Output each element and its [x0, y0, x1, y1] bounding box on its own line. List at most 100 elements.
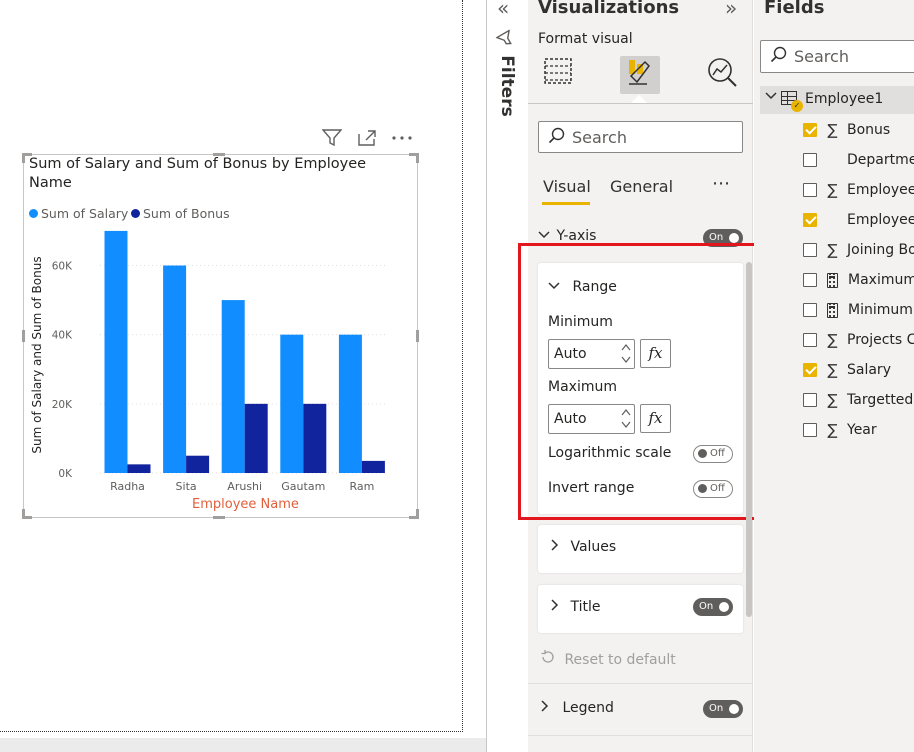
x-tick-label: Arushi	[227, 480, 262, 493]
bar-bonus-gautam[interactable]	[303, 403, 327, 473]
field-label: Maximum	[848, 272, 914, 288]
field-item[interactable]: Minimum	[803, 300, 914, 320]
bar-bonus-arushi[interactable]	[244, 403, 268, 473]
field-item[interactable]: ∑ Year	[803, 420, 914, 440]
search-icon	[548, 126, 566, 149]
scrollbar[interactable]	[746, 262, 752, 617]
chart-plot-area: 0K 20K 40K 60K Radha Sita Arushi Gautam Ram	[52, 230, 388, 493]
field-label: Projects C	[847, 332, 914, 348]
field-label: Departme	[847, 152, 914, 168]
checkmark-badge-icon: ✓	[791, 100, 803, 112]
section-label: Y-axis	[556, 228, 597, 244]
field-checkbox[interactable]	[803, 393, 817, 407]
field-checkbox[interactable]	[803, 243, 817, 257]
field-item[interactable]: ∑ Bonus	[803, 120, 914, 140]
analytics-icon[interactable]	[702, 56, 742, 94]
section-values[interactable]: Values	[550, 539, 616, 555]
field-checkbox[interactable]	[803, 423, 817, 437]
more-options-icon[interactable]: ⋯	[712, 173, 731, 194]
canvas-page-bar	[0, 738, 528, 752]
field-checkbox[interactable]	[803, 183, 817, 197]
search-icon	[770, 45, 788, 68]
section-y-axis[interactable]: Y-axis	[538, 228, 596, 244]
bar-bonus-radha[interactable]	[127, 464, 151, 473]
divider	[528, 683, 753, 684]
field-item[interactable]: ∑ Joining Bo	[803, 240, 914, 260]
format-visual-label: Format visual	[538, 31, 633, 47]
bar-salary-sita[interactable]	[163, 265, 187, 474]
field-item[interactable]: Maximum	[803, 270, 914, 290]
field-item[interactable]: ∑ Salary	[803, 360, 914, 380]
x-tick-label: Ram	[349, 480, 374, 493]
divider	[528, 735, 753, 736]
bar-salary-radha[interactable]	[104, 230, 128, 473]
sigma-icon: ∑	[827, 361, 838, 379]
fields-search-input[interactable]: Search	[760, 40, 914, 73]
field-label: Minimum	[848, 302, 913, 318]
sigma-icon: ∑	[827, 241, 838, 259]
field-label: Targetted	[847, 392, 914, 408]
build-visual-icon[interactable]	[538, 56, 578, 94]
field-item[interactable]: ∑ Employee	[803, 180, 914, 200]
bar-salary-arushi[interactable]	[221, 300, 245, 473]
field-item[interactable]: Departme	[803, 150, 914, 170]
y-tick-label: 20K	[52, 399, 73, 411]
bar-bonus-sita[interactable]	[186, 455, 210, 473]
format-search-input[interactable]: Search	[538, 121, 743, 153]
tab-general[interactable]: General	[610, 177, 673, 196]
legend-toggle[interactable]: On	[703, 700, 743, 718]
field-item[interactable]: ∑ Projects C	[803, 330, 914, 350]
field-item[interactable]: Employee	[803, 210, 914, 230]
field-label: Employee	[847, 182, 914, 198]
field-checkbox[interactable]	[803, 213, 817, 227]
title-toggle[interactable]: On	[693, 598, 733, 616]
calculator-icon	[827, 302, 838, 318]
focus-mode-icon[interactable]	[356, 129, 378, 149]
sigma-icon: ∑	[827, 391, 838, 409]
fields-title: Fields	[764, 0, 825, 18]
section-legend[interactable]: Legend	[540, 700, 614, 716]
x-tick-label: Radha	[110, 480, 145, 493]
canvas-border	[462, 0, 463, 732]
field-label: Joining Bo	[847, 242, 914, 258]
field-checkbox[interactable]	[803, 333, 817, 347]
y-tick-label: 60K	[52, 261, 73, 273]
field-checkbox[interactable]	[803, 363, 817, 377]
x-tick-label: Sita	[176, 480, 197, 493]
filter-icon[interactable]	[321, 129, 343, 149]
chevron-right-icon	[550, 539, 564, 555]
chevron-right-icon	[550, 599, 564, 615]
field-checkbox[interactable]	[803, 303, 817, 317]
y-tick-label: 40K	[52, 330, 73, 342]
expand-pane-icon[interactable]: »	[725, 0, 737, 20]
reset-icon	[540, 650, 560, 668]
field-checkbox[interactable]	[803, 273, 817, 287]
format-visual-icon[interactable]	[620, 56, 660, 94]
reset-to-default-button[interactable]: Reset to default	[540, 650, 676, 668]
section-title[interactable]: Title	[550, 599, 600, 615]
x-tick-label: Gautam	[281, 480, 325, 493]
field-item[interactable]: ∑ Targetted	[803, 390, 914, 410]
bar-salary-gautam[interactable]	[280, 334, 304, 473]
section-label: Title	[570, 599, 601, 615]
tab-visual[interactable]: Visual	[543, 177, 591, 196]
field-label: Year	[847, 422, 877, 438]
chevron-down-icon	[538, 229, 552, 244]
sigma-icon: ∑	[827, 331, 838, 349]
search-placeholder: Search	[572, 127, 627, 147]
chevron-down-icon[interactable]	[765, 90, 777, 104]
section-label: Values	[570, 539, 617, 555]
filters-label[interactable]: Filters	[497, 55, 517, 116]
more-options-icon[interactable]	[391, 129, 413, 149]
collapse-filters-icon[interactable]: «	[497, 0, 509, 20]
chevron-right-icon	[540, 700, 554, 716]
bar-bonus-ram[interactable]	[361, 460, 385, 473]
field-checkbox[interactable]	[803, 123, 817, 137]
sigma-icon: ∑	[827, 181, 838, 199]
reset-label: Reset to default	[564, 652, 676, 668]
highlight-box	[518, 243, 770, 520]
field-checkbox[interactable]	[803, 153, 817, 167]
bar-salary-ram[interactable]	[338, 334, 362, 473]
y-tick-label: 0K	[58, 468, 73, 480]
field-label: Bonus	[847, 122, 891, 138]
